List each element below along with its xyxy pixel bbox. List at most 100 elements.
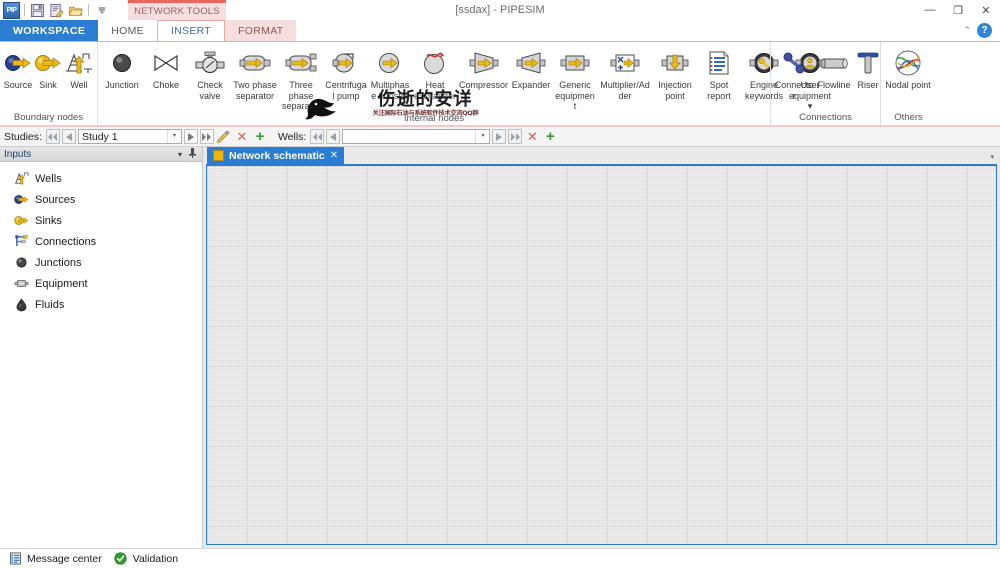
compressor-icon <box>462 46 506 80</box>
studies-edit-icon[interactable] <box>216 129 232 145</box>
riser-icon <box>853 46 883 80</box>
document-area: Network schematic ✕ ▾ <box>203 147 1000 548</box>
chevron-down-icon[interactable]: ▾ <box>166 130 181 143</box>
wells-combo[interactable]: ▾ <box>342 129 491 144</box>
ribbon-group-items: Nodal point <box>881 42 936 111</box>
tab-insert[interactable]: INSERT <box>156 20 226 41</box>
insert-injection-point-button[interactable]: Injection point <box>653 45 697 101</box>
wells-next-button[interactable] <box>492 129 507 144</box>
spot-report-icon <box>697 46 741 80</box>
document-tab-strip: Network schematic ✕ ▾ <box>203 147 1000 164</box>
ribbon-item-label: Riser <box>857 80 879 90</box>
minimize-button[interactable]: — <box>916 0 944 20</box>
contextual-tab-group-header: NETWORK TOOLS <box>128 0 226 20</box>
status-validation[interactable]: Validation <box>110 550 186 567</box>
sidebar-item-wells[interactable]: Wells <box>0 168 202 189</box>
save-icon[interactable] <box>29 2 46 19</box>
open-folder-icon[interactable] <box>67 2 84 19</box>
wells-first-button[interactable] <box>310 129 325 144</box>
sink-icon <box>34 46 62 80</box>
insert-sink-button[interactable]: Sink <box>34 45 62 91</box>
insert-compressor-button[interactable]: Compressor <box>458 45 509 91</box>
ribbon-item-label: Expander <box>511 80 551 90</box>
app-logo-icon[interactable]: PIP <box>3 1 20 19</box>
insert-junction-button[interactable]: Junction <box>100 45 144 91</box>
quick-access-toolbar: PIP <box>0 0 110 20</box>
tab-home[interactable]: HOME <box>98 20 157 41</box>
message-center-icon <box>8 552 22 566</box>
sidebar-item-sources[interactable]: Sources <box>0 189 202 210</box>
wells-last-button[interactable] <box>508 129 523 144</box>
contextual-tab-group-label: NETWORK TOOLS <box>134 6 220 17</box>
insert-generic-equipment-button[interactable]: Generic equipment <box>553 45 597 112</box>
studies-delete-icon[interactable]: ✕ <box>234 129 250 145</box>
insert-connector-button[interactable]: Connector <box>773 45 815 101</box>
panel-dropdown-icon[interactable]: ▾ <box>174 150 186 159</box>
insert-two-phase-separator-button[interactable]: Two phase separator <box>232 45 278 101</box>
ribbon-group-items: Junction Choke Check valve Two phase sep… <box>98 42 831 112</box>
insert-flowline-button[interactable]: Flowline <box>815 45 853 91</box>
insert-centrifugal-pump-button[interactable]: Centrifugal pump <box>324 45 368 101</box>
document-tab-label: Network schematic <box>229 149 325 162</box>
multiphase-booster-icon <box>368 46 412 80</box>
ribbon-item-label: Injection point <box>658 80 692 101</box>
tab-format[interactable]: FORMAT <box>225 20 297 41</box>
maximize-button[interactable]: ❐ <box>944 0 972 20</box>
heat-exchanger-icon <box>413 46 457 80</box>
studies-first-button[interactable] <box>45 129 60 144</box>
canvas-grid <box>207 166 996 544</box>
ribbon-group-connections: Connector Flowline Riser Connections <box>770 42 883 125</box>
flowline-icon <box>815 46 853 80</box>
qat-more-icon[interactable] <box>93 2 110 19</box>
insert-riser-button[interactable]: Riser <box>853 45 883 91</box>
close-icon[interactable]: ✕ <box>330 150 338 161</box>
wells-prev-button[interactable] <box>326 129 341 144</box>
ribbon-item-label: Check valve <box>197 80 223 101</box>
wells-add-icon[interactable]: + <box>542 128 558 145</box>
panel-pin-icon[interactable] <box>186 148 198 160</box>
insert-multiphase-booster-button[interactable]: Multiphase booster <box>368 45 412 101</box>
insert-check-valve-button[interactable]: Check valve <box>188 45 232 101</box>
ribbon-group-title: Connections <box>799 112 852 123</box>
collapse-ribbon-icon[interactable]: ⌃ <box>963 25 971 36</box>
studies-add-icon[interactable]: + <box>252 128 268 145</box>
new-study-icon[interactable] <box>48 2 65 19</box>
insert-three-phase-separator-button[interactable]: Three phase separator <box>278 45 324 112</box>
sidebar-item-connections[interactable]: Connections <box>0 231 202 252</box>
close-button[interactable]: ✕ <box>972 0 1000 20</box>
insert-heat-exchanger-button[interactable]: Heat exchanger <box>412 45 458 101</box>
sidebar-item-sinks[interactable]: Sinks <box>0 210 202 231</box>
help-icon[interactable]: ? <box>977 23 992 38</box>
studies-next-button[interactable] <box>183 129 198 144</box>
tab-overflow-icon[interactable]: ▾ <box>990 153 994 161</box>
sidebar-item-fluids[interactable]: Fluids <box>0 294 202 315</box>
insert-well-button[interactable]: Well <box>62 45 96 91</box>
ribbon-item-label: Compressor <box>459 80 509 90</box>
ribbon-item-label: Sink <box>39 80 57 90</box>
studies-toolbar: Studies: Study 1 ▾ ✕ + Wells: ▾ ✕ + <box>0 127 1000 147</box>
tab-network-schematic[interactable]: Network schematic ✕ <box>207 147 345 164</box>
chevron-down-icon[interactable]: ▾ <box>475 130 489 143</box>
inputs-panel: Inputs ▾ Wells Sources Sinks Connections… <box>0 147 203 548</box>
sidebar-item-label: Wells <box>35 172 62 185</box>
insert-multiplier-adder-button[interactable]: Multiplier/Adder <box>597 45 653 101</box>
network-schematic-canvas[interactable] <box>206 164 997 545</box>
insert-nodal-point-button[interactable]: Nodal point <box>883 45 933 91</box>
tab-workspace[interactable]: WORKSPACE <box>0 20 99 41</box>
insert-source-button[interactable]: Source <box>2 45 34 91</box>
title-bar: NETWORK TOOLS PIP [ssdax] - PIPESIM — ❐ … <box>0 0 1000 20</box>
insert-expander-button[interactable]: Expander <box>509 45 553 91</box>
connections-icon <box>13 234 29 250</box>
ribbon-right-controls: ⌃ ? <box>963 20 1000 41</box>
wells-delete-icon[interactable]: ✕ <box>524 129 540 145</box>
insert-choke-button[interactable]: Choke <box>144 45 188 91</box>
studies-label: Studies: <box>4 130 42 143</box>
studies-combo[interactable]: Study 1 ▾ <box>77 129 182 144</box>
insert-spot-report-button[interactable]: Spot report <box>697 45 741 101</box>
studies-last-button[interactable] <box>199 129 214 144</box>
connector-icon <box>772 46 816 80</box>
sidebar-item-equipment[interactable]: Equipment <box>0 273 202 294</box>
sidebar-item-junctions[interactable]: Junctions <box>0 252 202 273</box>
status-message-center[interactable]: Message center <box>4 550 110 567</box>
studies-prev-button[interactable] <box>61 129 76 144</box>
